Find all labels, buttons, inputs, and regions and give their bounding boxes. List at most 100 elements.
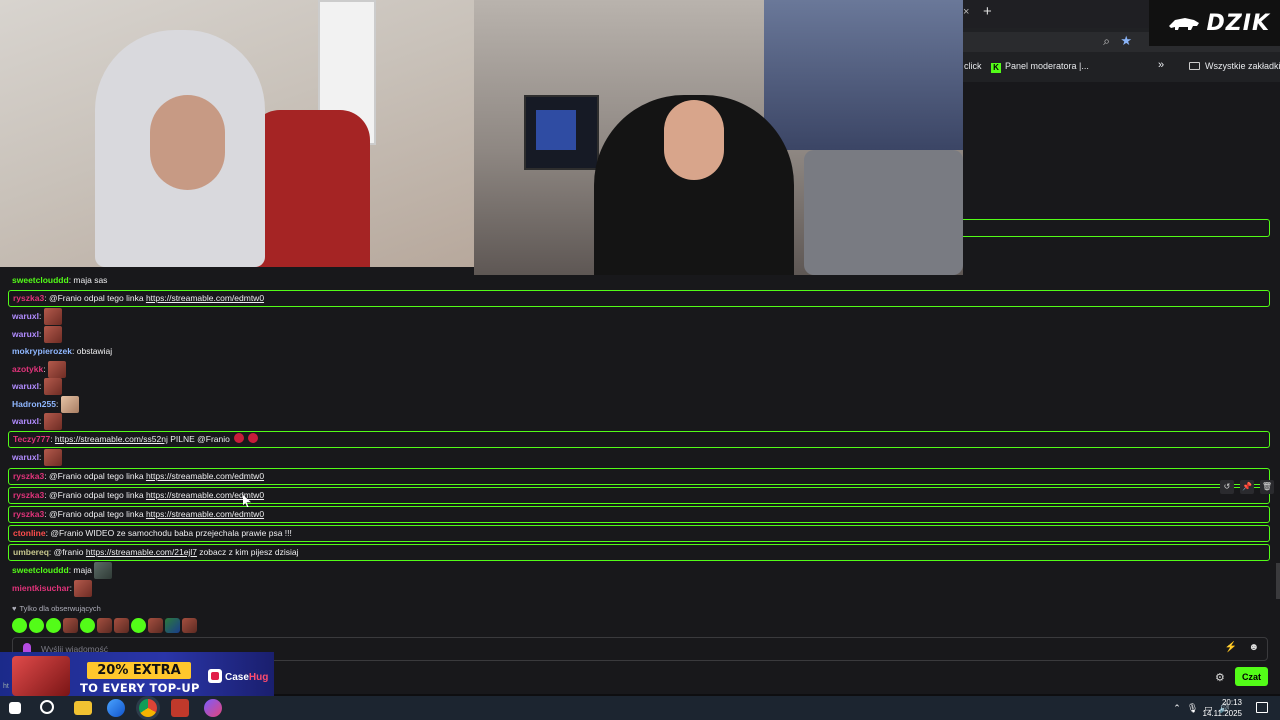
emote-button[interactable] — [46, 618, 61, 633]
zoom-icon[interactable]: ⌕ — [1103, 34, 1110, 49]
pc-rgb-glow — [536, 110, 576, 150]
quick-emote-bar — [12, 618, 197, 633]
chat-username[interactable]: Hadron255 — [12, 399, 56, 409]
casehug-logo-icon — [208, 669, 222, 683]
chat-username[interactable]: sweetclouddd — [12, 565, 69, 575]
chat-username[interactable]: ryszka3 — [13, 293, 44, 303]
taskbar-app-icon[interactable] — [107, 699, 125, 717]
bookmark-panel-label: Panel moderatora |... — [1005, 61, 1089, 71]
new-tab-button[interactable]: + — [983, 3, 992, 20]
ad-banner-casehug[interactable]: 20% EXTRA TO EVERY TOP-UP CaseHug — [0, 652, 274, 698]
chat-username[interactable]: sweetclouddd — [12, 275, 69, 285]
chat-emote[interactable] — [43, 413, 62, 430]
chat-message: waruxl: — [8, 413, 62, 430]
pin-icon[interactable]: 📌 — [1240, 480, 1254, 494]
room-window — [764, 0, 963, 150]
chat-message-highlighted: ryszka3: @Franio odpal tego linka https:… — [8, 506, 1270, 523]
chat-text: obstawiaj — [76, 346, 113, 356]
screen: × + ⌕ ★ click K Panel moderatora |... » W… — [0, 0, 1280, 720]
microphone-icon[interactable]: 🎙 — [1187, 703, 1198, 714]
chat-settings-gear-icon[interactable]: ⚙ — [1215, 671, 1225, 684]
notifications-icon[interactable] — [1256, 702, 1268, 713]
chat-emote[interactable] — [47, 361, 66, 378]
chat-username[interactable]: ryszka3 — [13, 490, 44, 500]
windows-start-icon[interactable] — [9, 702, 21, 714]
chat-username[interactable]: ryszka3 — [13, 471, 44, 481]
webcam-right — [474, 0, 963, 275]
chat-message-highlighted: ryszka3: @Franio odpal tego linka https:… — [8, 487, 1270, 504]
emoji-picker-icon[interactable]: ☻ — [1248, 642, 1259, 653]
tab-close-icon[interactable]: × — [963, 6, 969, 18]
chat-emote[interactable] — [60, 396, 79, 413]
taskbar-clock[interactable]: 20:13 14.11.2025 — [1203, 697, 1242, 719]
chat-link[interactable]: https://streamable.com/edmtw0 — [146, 293, 264, 303]
chat-username[interactable]: waruxl — [12, 452, 39, 462]
emote-button[interactable] — [80, 618, 95, 633]
ad-promo-subtext: TO EVERY TOP-UP — [80, 681, 200, 695]
emote-button[interactable] — [29, 618, 44, 633]
chat-username[interactable]: waruxl — [12, 381, 39, 391]
chat-username[interactable]: waruxl — [12, 311, 39, 321]
bookmark-star-icon[interactable]: ★ — [1120, 33, 1132, 49]
chat-username[interactable]: Teczy777 — [13, 434, 50, 444]
emote-button[interactable] — [97, 618, 112, 633]
chat-emote[interactable] — [43, 449, 62, 466]
bookmark-click[interactable]: click — [964, 61, 982, 71]
bookmark-panel-moderatora[interactable]: K Panel moderatora |... — [991, 61, 1089, 73]
chat-message-highlighted: Teczy777: https://streamable.com/ss52nj … — [8, 431, 1270, 448]
all-bookmarks-folder[interactable]: Wszystkie zakładki — [1189, 61, 1280, 71]
emote-button[interactable] — [148, 618, 163, 633]
chat-link[interactable]: https://streamable.com/21ejl7 — [86, 547, 197, 557]
delete-icon[interactable]: 🗑 — [1260, 480, 1274, 494]
chat-message-highlighted: umbereq: @franio https://streamable.com/… — [8, 544, 1270, 561]
status-url-fragment: ht — [3, 683, 9, 690]
emote-button[interactable] — [165, 618, 180, 633]
taskbar-app-icon[interactable] — [171, 699, 189, 717]
chat-emote[interactable] — [43, 308, 62, 325]
brand-case: Case — [225, 672, 249, 683]
chrome-icon[interactable] — [139, 699, 157, 717]
search-icon[interactable] — [40, 700, 54, 714]
chat-emote[interactable] — [43, 378, 62, 395]
chat-username[interactable]: ctonline — [13, 528, 46, 538]
streamer-face — [150, 95, 225, 190]
discord-icon[interactable] — [204, 699, 222, 717]
chevron-up-icon[interactable]: ⌃ — [1173, 703, 1181, 714]
chat-username[interactable]: mokrypierozek — [12, 346, 72, 356]
bookmarks-overflow-button[interactable]: » — [1158, 59, 1164, 71]
emote-button[interactable] — [182, 618, 197, 633]
heart-icon: ♥ — [12, 604, 17, 613]
send-chat-button[interactable]: Czat — [1235, 667, 1268, 686]
chat-link[interactable]: https://streamable.com/edmtw0 — [146, 471, 264, 481]
loot-box-image — [12, 656, 70, 696]
chat-username[interactable]: mientkisuchar — [12, 583, 70, 593]
gaming-chair — [250, 110, 370, 267]
couch — [804, 150, 963, 275]
chat-username[interactable]: azotykk — [12, 364, 43, 374]
reply-icon[interactable]: ↺ — [1220, 480, 1234, 494]
emote-button[interactable] — [131, 618, 146, 633]
emote-button[interactable] — [63, 618, 78, 633]
chat-emote[interactable] — [43, 326, 62, 343]
chat-emote[interactable] — [74, 580, 93, 597]
chat-text: maja — [73, 565, 92, 575]
folder-icon — [1189, 62, 1200, 70]
emote-button[interactable] — [114, 618, 129, 633]
highlighted-message-frame — [963, 219, 1270, 237]
chat-text: @franio — [53, 547, 86, 557]
chat-username[interactable]: umbereq — [13, 547, 49, 557]
translate-icon[interactable]: ⚡ — [1225, 642, 1237, 653]
chat-username[interactable]: waruxl — [12, 416, 39, 426]
emote-button[interactable] — [12, 618, 27, 633]
chat-text: @Franio WIDEO ze samochodu baba przejech… — [50, 528, 292, 538]
chat-scrollbar[interactable] — [1276, 563, 1280, 599]
chat-emote[interactable] — [94, 562, 113, 579]
chat-text: @Franio odpal tego linka — [48, 293, 146, 303]
chat-link[interactable]: https://streamable.com/ss52nj — [55, 434, 168, 444]
chat-message: waruxl: — [8, 378, 62, 395]
bookmarks-bar: click K Panel moderatora |... » Wszystkie… — [963, 57, 1280, 77]
chat-link[interactable]: https://streamable.com/edmtw0 — [146, 509, 264, 519]
chat-username[interactable]: waruxl — [12, 329, 39, 339]
file-explorer-icon[interactable] — [74, 701, 92, 715]
chat-username[interactable]: ryszka3 — [13, 509, 44, 519]
